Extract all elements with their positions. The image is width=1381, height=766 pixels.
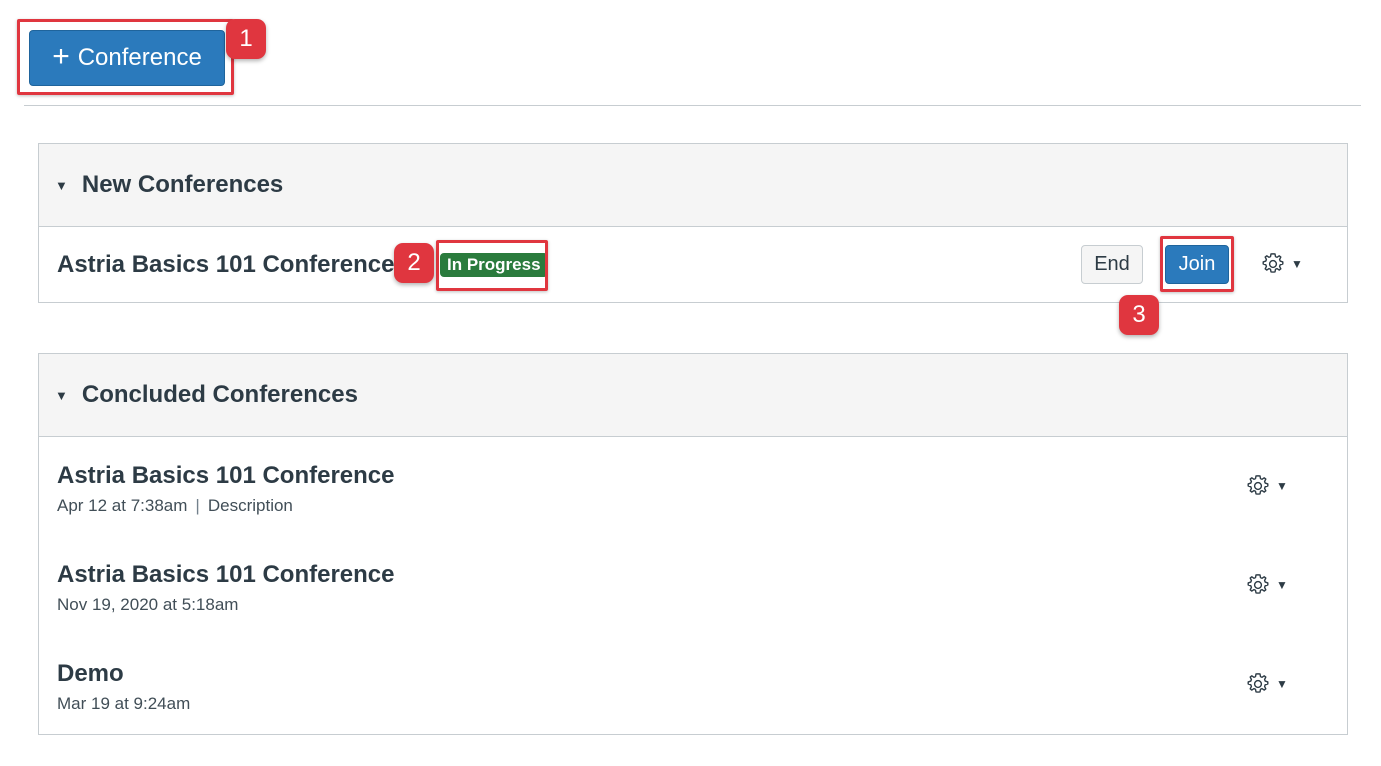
conference-title[interactable]: Astria Basics 101 Conference xyxy=(57,462,395,490)
conference-date: Nov 19, 2020 at 5:18am xyxy=(57,594,239,614)
callout-number-3: 3 xyxy=(1119,295,1159,335)
conference-date: Mar 19 at 9:24am xyxy=(57,693,191,713)
conference-description: Description xyxy=(207,495,293,515)
end-button[interactable]: End xyxy=(1081,245,1143,284)
new-conferences-section: ▼ New Conferences Astria Basics 101 Conf… xyxy=(38,143,1348,303)
conference-title[interactable]: Astria Basics 101 Conference xyxy=(57,561,395,589)
settings-menu[interactable]: ▼ xyxy=(1261,252,1303,276)
join-button[interactable]: Join xyxy=(1165,245,1229,284)
concluded-conferences-title: Concluded Conferences xyxy=(81,381,358,408)
chevron-down-icon: ▼ xyxy=(1276,479,1288,493)
conference-row: Astria Basics 101 Conference Apr 12 at 7… xyxy=(39,437,1347,536)
meta-separator: | xyxy=(195,495,200,515)
conference-row: Astria Basics 101 Conference te In Progr… xyxy=(39,227,1347,302)
status-badge: In Progress xyxy=(440,253,548,277)
add-conference-button[interactable]: + Conference xyxy=(29,30,225,86)
add-conference-label: Conference xyxy=(77,44,202,71)
chevron-down-icon: ▼ xyxy=(1276,677,1288,691)
settings-menu[interactable]: ▼ xyxy=(1246,573,1288,597)
conference-title[interactable]: Demo xyxy=(57,660,190,688)
gear-icon xyxy=(1262,253,1284,273)
concluded-conferences-header[interactable]: ▼ Concluded Conferences xyxy=(39,354,1347,437)
callout-number-2: 2 xyxy=(394,243,434,283)
gear-icon xyxy=(1247,475,1269,495)
settings-menu[interactable]: ▼ xyxy=(1246,672,1288,696)
conference-row: Astria Basics 101 Conference Nov 19, 202… xyxy=(39,536,1347,635)
conference-row: Demo Mar 19 at 9:24am ▼ xyxy=(39,635,1347,734)
concluded-conferences-section: ▼ Concluded Conferences Astria Basics 10… xyxy=(38,353,1348,735)
chevron-down-icon: ▼ xyxy=(1276,578,1288,592)
caret-down-icon: ▼ xyxy=(55,387,68,403)
divider xyxy=(24,105,1361,106)
caret-down-icon: ▼ xyxy=(55,177,68,193)
gear-icon xyxy=(1247,574,1269,594)
plus-icon: + xyxy=(52,39,70,73)
conference-meta: Apr 12 at 7:38am | Description xyxy=(57,496,395,516)
callout-number-1: 1 xyxy=(226,19,266,59)
chevron-down-icon: ▼ xyxy=(1291,257,1303,271)
settings-menu[interactable]: ▼ xyxy=(1246,474,1288,498)
conference-title[interactable]: Astria Basics 101 Conference te xyxy=(57,251,423,279)
new-conferences-header[interactable]: ▼ New Conferences xyxy=(39,144,1347,227)
conference-date: Apr 12 at 7:38am xyxy=(57,495,188,515)
new-conferences-title: New Conferences xyxy=(81,171,284,198)
gear-icon xyxy=(1247,673,1269,693)
